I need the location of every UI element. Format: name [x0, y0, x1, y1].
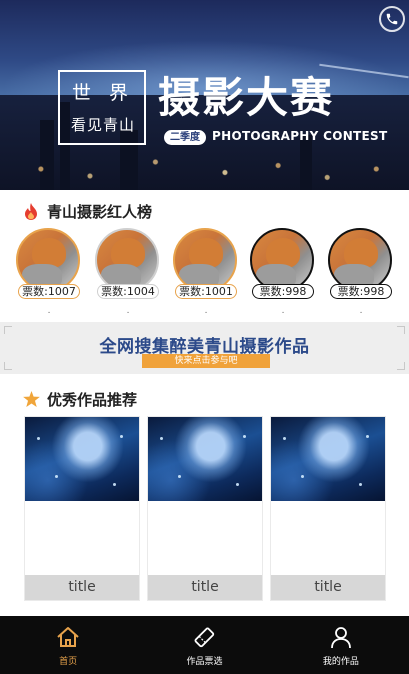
season-badge: 二季度 — [164, 130, 206, 145]
nav-home[interactable]: 首页 — [0, 616, 136, 674]
logo-line-2: 看见青山 — [70, 116, 135, 134]
avatar — [95, 228, 159, 292]
work-title: title — [148, 575, 262, 600]
home-icon — [55, 624, 81, 650]
rank-name: . — [281, 306, 285, 316]
vote-count: 票数:998 — [252, 284, 314, 299]
vote-count: 票数:998 — [330, 284, 392, 299]
hero-banner: 世 界 看见青山 摄影大赛 二季度 PHOTOGRAPHY CONTEST — [0, 0, 409, 190]
work-title: title — [271, 575, 385, 600]
phone-glyph-icon — [386, 13, 398, 25]
work-card[interactable]: title — [270, 416, 386, 601]
avatar — [328, 228, 392, 292]
work-card[interactable]: title — [24, 416, 140, 601]
rank-item[interactable]: 票数:1007 . — [16, 228, 82, 318]
work-title: title — [25, 575, 139, 600]
avatar — [250, 228, 314, 292]
banner-logo: 世 界 看见青山 — [58, 70, 146, 145]
nav-my-works[interactable]: 我的作品 — [273, 616, 409, 674]
work-thumbnail — [271, 417, 385, 501]
nav-label: 作品票选 — [186, 656, 223, 667]
star-icon — [22, 390, 40, 408]
vote-count: 票数:1007 — [18, 284, 80, 299]
ranking-list: 票数:1007 . 票数:1004 . 票数:1001 . 票数:998 . 票… — [16, 228, 396, 318]
work-card[interactable]: title — [147, 416, 263, 601]
nav-vote[interactable]: 作品票选 — [136, 616, 272, 674]
works-header: 优秀作品推荐 — [22, 389, 137, 409]
rank-name: . — [47, 306, 51, 316]
promo-banner[interactable]: 全网搜集醉美青山摄影作品 快来点击参与吧 — [0, 322, 409, 374]
vote-count: 票数:1004 — [97, 284, 159, 299]
ranking-header: 青山摄影红人榜 — [22, 201, 152, 221]
contest-subtitle: PHOTOGRAPHY CONTEST — [212, 129, 388, 143]
rank-name: . — [359, 306, 363, 316]
bottom-nav: 首页 作品票选 我的作品 — [0, 616, 409, 674]
corner-decoration — [397, 362, 405, 370]
user-icon — [328, 624, 354, 650]
banner-title: 摄影大赛 — [158, 73, 335, 122]
avatar — [16, 228, 80, 292]
vote-count: 票数:1001 — [175, 284, 237, 299]
rank-item[interactable]: 票数:1001 . — [173, 228, 239, 318]
avatar — [173, 228, 237, 292]
ticket-icon — [191, 624, 217, 650]
rank-name: . — [126, 306, 130, 316]
participate-button[interactable]: 快来点击参与吧 — [142, 354, 270, 368]
corner-decoration — [4, 362, 12, 370]
nav-label: 我的作品 — [322, 656, 359, 667]
phone-icon[interactable] — [379, 6, 405, 32]
work-thumbnail — [148, 417, 262, 501]
logo-line-1: 世 界 — [71, 82, 135, 104]
ranking-title: 青山摄影红人榜 — [47, 202, 153, 221]
works-title: 优秀作品推荐 — [47, 390, 138, 409]
fire-icon — [22, 202, 40, 220]
rank-item[interactable]: 票数:1004 . — [95, 228, 161, 318]
work-thumbnail — [25, 417, 139, 501]
rank-item[interactable]: 票数:998 . — [328, 228, 394, 318]
nav-label: 首页 — [59, 656, 78, 667]
rank-item[interactable]: 票数:998 . — [250, 228, 316, 318]
works-grid: title title title — [24, 416, 386, 601]
rank-name: . — [204, 306, 208, 316]
